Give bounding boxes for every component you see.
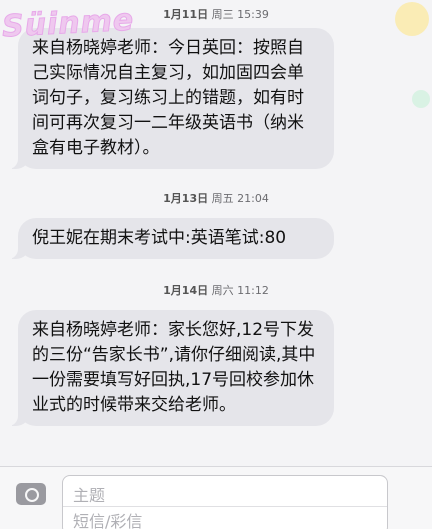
message-text: 倪王妮在期末考试中:英语笔试:80 bbox=[32, 228, 287, 248]
message-bubble[interactable]: 来自杨晓婷老师：今日英回：按照自己实际情况自主复习，如加固四会单词句子，复习练习… bbox=[6, 28, 334, 169]
timestamp: 1月13日 周五 21:04 bbox=[0, 190, 432, 206]
timestamp-date: 1月11日 bbox=[163, 8, 209, 21]
message-composer: 主题 短信/彩信 bbox=[0, 466, 432, 529]
timestamp-time: 周六 11:12 bbox=[211, 284, 269, 297]
watermark-logo: Süinme bbox=[1, 2, 136, 45]
message-bubble[interactable]: 来自杨晓婷老师：家长您好,12号下发的三份“告家长书”,请你仔细阅读,其中一份需… bbox=[6, 310, 334, 426]
messages-screen: Süinme 1月11日 周三 15:39 来自杨晓婷老师：今日英回：按照自己实… bbox=[0, 0, 432, 529]
decorative-dot bbox=[412, 90, 430, 108]
message-text: 来自杨晓婷老师：今日英回：按照自己实际情况自主复习，如加固四会单词句子，复习练习… bbox=[32, 38, 304, 158]
message-input-box[interactable]: 主题 短信/彩信 bbox=[62, 475, 388, 529]
message-field[interactable]: 短信/彩信 bbox=[73, 508, 142, 529]
timestamp-date: 1月14日 bbox=[163, 284, 209, 297]
message-bubble[interactable]: 倪王妮在期末考试中:英语笔试:80 bbox=[6, 218, 334, 259]
timestamp-time: 周五 21:04 bbox=[211, 192, 269, 205]
subject-field[interactable]: 主题 bbox=[73, 482, 105, 506]
camera-icon[interactable] bbox=[16, 483, 46, 505]
message-text: 来自杨晓婷老师：家长您好,12号下发的三份“告家长书”,请你仔细阅读,其中一份需… bbox=[32, 320, 316, 415]
timestamp: 1月14日 周六 11:12 bbox=[0, 282, 432, 298]
divider bbox=[63, 506, 387, 507]
timestamp-time: 周三 15:39 bbox=[211, 8, 269, 21]
timestamp-date: 1月13日 bbox=[163, 192, 209, 205]
